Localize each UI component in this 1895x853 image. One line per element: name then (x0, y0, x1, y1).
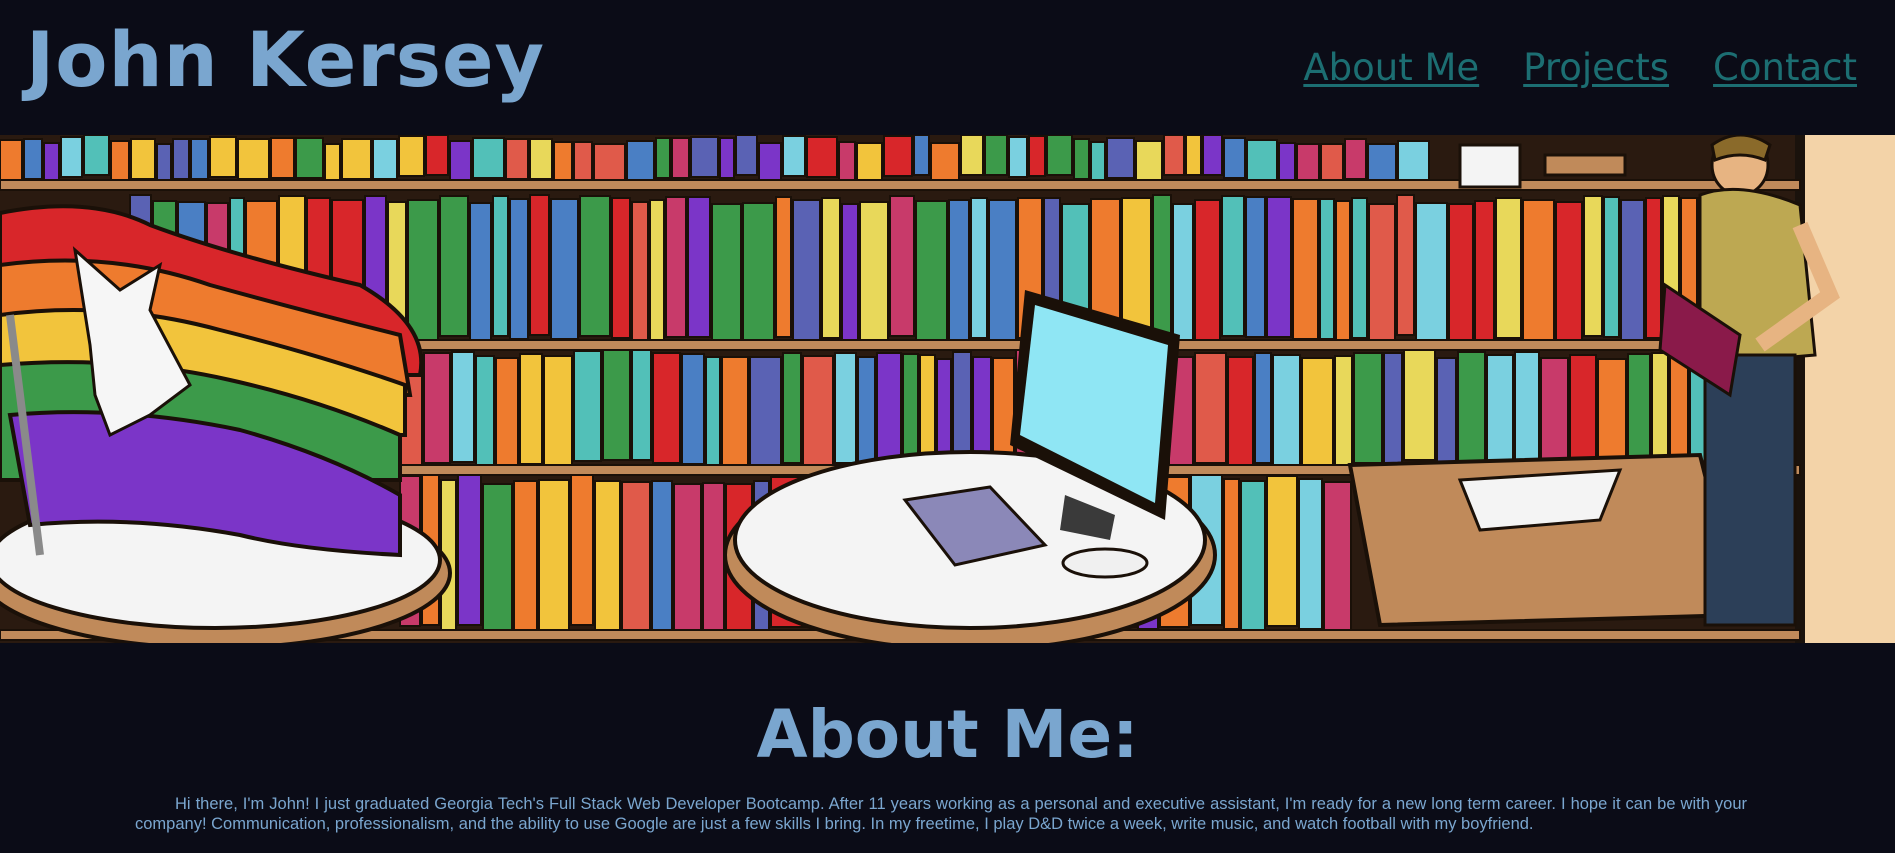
main-nav: About Me Projects Contact (1303, 46, 1857, 89)
about-heading: About Me: (756, 696, 1139, 773)
hero-banner-image (0, 135, 1895, 643)
site-title: John Kersey (26, 15, 546, 104)
nav-link-projects[interactable]: Projects (1523, 46, 1669, 89)
about-paragraph: Hi there, I'm John! I just graduated Geo… (135, 795, 1747, 833)
nav-link-contact[interactable]: Contact (1713, 46, 1857, 89)
nav-link-about-me[interactable]: About Me (1303, 46, 1479, 89)
library-illustration (0, 135, 1895, 643)
site-header: John Kersey About Me Projects Contact (0, 0, 1895, 135)
